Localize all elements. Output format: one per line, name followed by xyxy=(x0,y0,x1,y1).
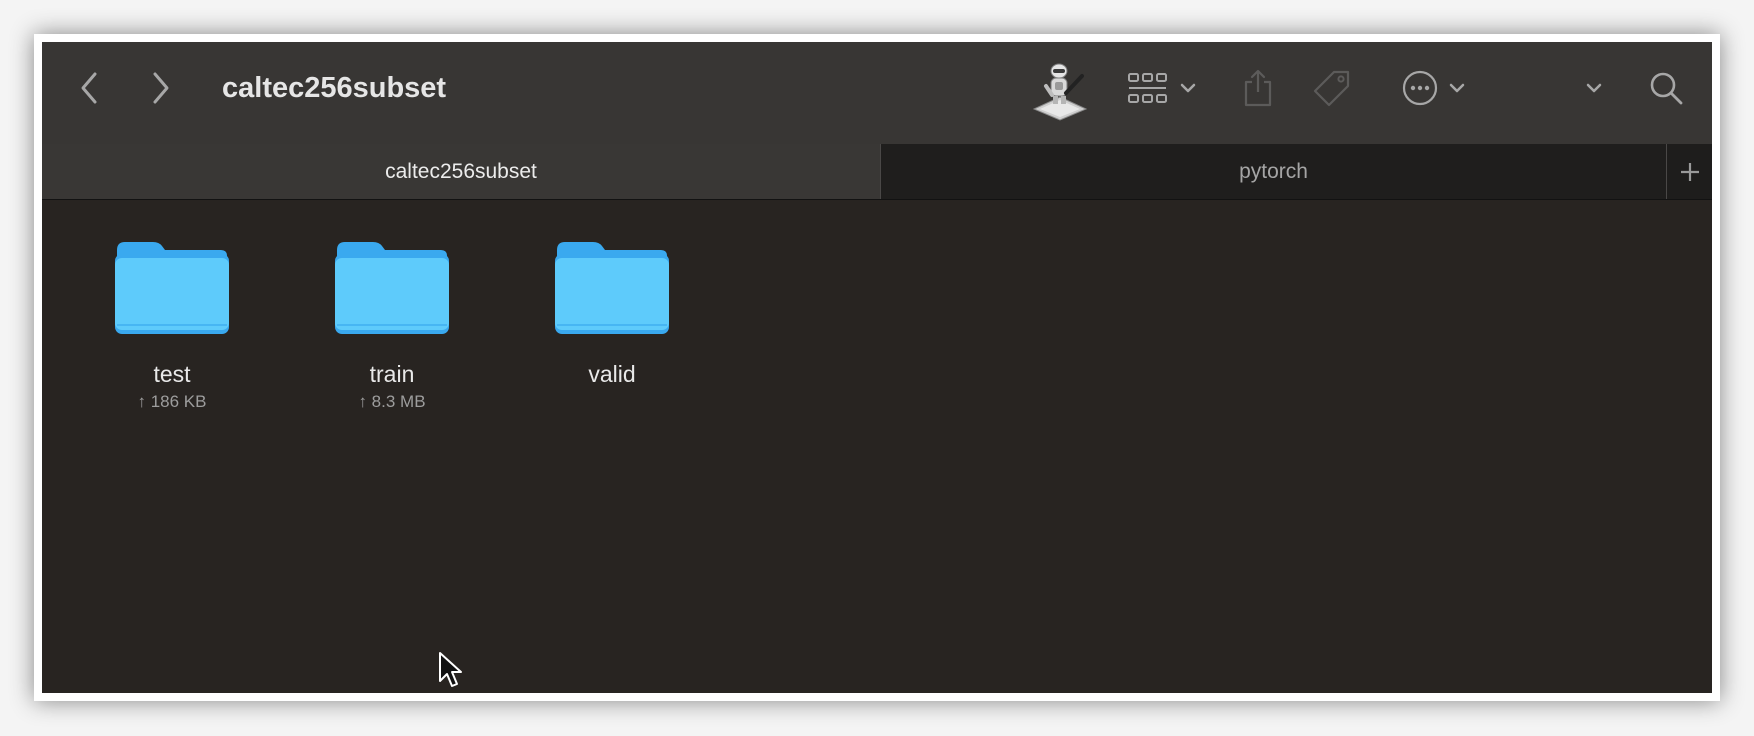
chevron-left-icon xyxy=(81,72,97,104)
tab-bar: caltec256subset pytorch xyxy=(42,144,1712,200)
window-title: caltec256subset xyxy=(222,72,447,104)
folder-name: test xyxy=(153,361,191,387)
folder-size: ↑ 186 KB xyxy=(137,392,207,411)
chevron-right-icon xyxy=(153,72,169,104)
forward-button[interactable] xyxy=(142,70,178,106)
tab-pytorch[interactable]: pytorch xyxy=(880,144,1666,199)
automator-robot-icon xyxy=(1032,63,1088,121)
back-button[interactable] xyxy=(72,70,108,106)
search-icon xyxy=(1650,72,1683,105)
chevron-down-icon xyxy=(1449,83,1465,93)
new-tab-button[interactable] xyxy=(1666,144,1712,199)
folder-icon xyxy=(335,242,449,334)
window-frame: caltec256subset caltec256subset pytorch … xyxy=(34,34,1720,701)
ellipsis-circle-icon xyxy=(1402,70,1438,106)
more-actions-button[interactable] xyxy=(1398,68,1470,108)
share-button[interactable] xyxy=(1238,66,1278,110)
search-button[interactable] xyxy=(1646,68,1686,108)
toolbar: caltec256subset xyxy=(42,42,1712,144)
chevron-down-icon xyxy=(1180,83,1196,93)
folder-item-train[interactable]: train ↑ 8.3 MB xyxy=(312,236,472,416)
finder-window: caltec256subset caltec256subset pytorch … xyxy=(42,42,1712,693)
folder-size: ↑ 8.3 MB xyxy=(358,392,426,411)
chevron-down-icon xyxy=(1586,83,1602,93)
mouse-cursor-icon xyxy=(439,652,462,687)
plus-icon xyxy=(1680,162,1699,181)
folder-name: train xyxy=(369,361,415,387)
share-icon xyxy=(1244,69,1272,107)
folder-item-valid[interactable]: valid xyxy=(532,236,692,416)
file-browser-content: test ↑ 186 KB train ↑ 8.3 MB valid xyxy=(42,200,1712,693)
tab-caltec256subset[interactable]: caltec256subset xyxy=(42,144,880,199)
folder-item-test[interactable]: test ↑ 186 KB xyxy=(92,236,252,416)
view-mode-button[interactable] xyxy=(1122,70,1202,106)
folder-icon xyxy=(115,242,229,334)
tab-label: pytorch xyxy=(1239,159,1308,183)
icon-grid-view-icon xyxy=(1128,73,1167,103)
tag-icon xyxy=(1313,70,1350,107)
folder-name: valid xyxy=(588,361,636,387)
tag-button[interactable] xyxy=(1310,66,1354,110)
automator-button[interactable] xyxy=(1030,62,1090,122)
tab-label: caltec256subset xyxy=(385,159,537,183)
folder-icon xyxy=(555,242,669,334)
toolbar-overflow-button[interactable] xyxy=(1578,72,1610,104)
